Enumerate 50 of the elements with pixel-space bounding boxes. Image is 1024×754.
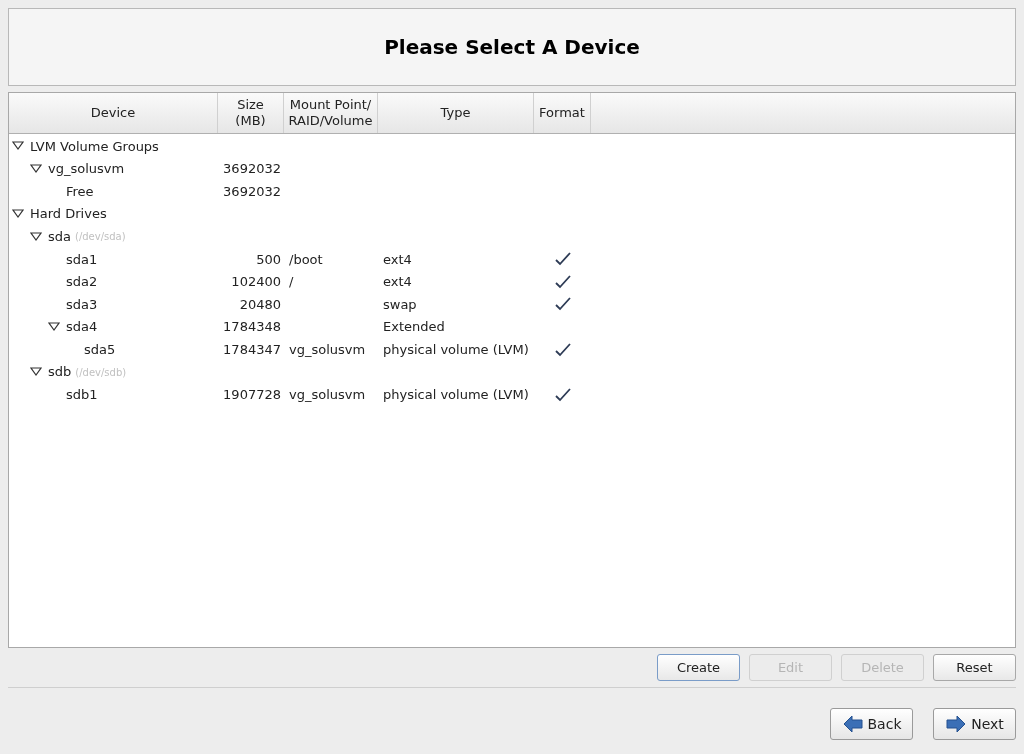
device-path: (/dev/sdb) <box>75 365 127 380</box>
expander-down-icon[interactable] <box>48 322 60 333</box>
type-cell: swap <box>383 296 417 312</box>
right-arrow-icon <box>945 714 968 734</box>
type-cell: Extended <box>383 319 445 335</box>
mount-cell: /boot <box>289 251 323 267</box>
expander-down-icon[interactable] <box>30 367 42 378</box>
device-name: sda2 <box>66 273 98 292</box>
mount-cell: / <box>289 274 294 290</box>
action-button[interactable]: Create <box>657 654 740 681</box>
left-arrow-icon <box>841 714 864 734</box>
page-title: Please Select A Device <box>384 34 640 61</box>
device-name: sda <box>48 227 71 246</box>
device-name: Free <box>66 182 94 201</box>
mount-cell: vg_solusvm <box>289 387 366 403</box>
size-cell-text: 1907728 <box>223 386 281 405</box>
device-name: sdb1 <box>66 386 98 405</box>
type-cell: physical volume (LVM) <box>383 341 529 357</box>
size-cell-text: 3692032 <box>223 182 281 201</box>
size-cell-text: 500 <box>256 250 281 269</box>
expander-down-icon[interactable] <box>30 231 42 242</box>
device-name: LVM Volume Groups <box>30 137 159 156</box>
column-header[interactable]: Size (MB) <box>218 93 284 133</box>
size-cell-text: 1784347 <box>223 340 281 359</box>
device-name: sdb <box>48 363 72 382</box>
column-header[interactable]: Device <box>9 93 218 133</box>
expander-down-icon[interactable] <box>12 209 24 220</box>
device-name: sda5 <box>84 340 116 359</box>
expander-down-icon[interactable] <box>30 163 42 174</box>
device-name: sda4 <box>66 318 98 337</box>
back-button[interactable]: Back <box>830 708 913 740</box>
size-cell-text: 3692032 <box>223 160 281 179</box>
column-header[interactable]: Format <box>534 93 591 133</box>
device-name: sda1 <box>66 250 98 269</box>
next-button[interactable]: Next <box>933 708 1016 740</box>
action-button[interactable]: Reset <box>933 654 1016 681</box>
column-header[interactable]: Mount Point/ RAID/Volume <box>284 93 378 133</box>
mount-cell: vg_solusvm <box>289 341 366 357</box>
size-cell-text: 1784348 <box>223 318 281 337</box>
type-cell: ext4 <box>383 274 412 290</box>
size-cell-text: 102400 <box>231 273 281 292</box>
column-header[interactable]: Type <box>378 93 534 133</box>
device-name: vg_solusvm <box>48 160 125 179</box>
type-cell: physical volume (LVM) <box>383 387 529 403</box>
device-name: sda3 <box>66 295 98 314</box>
size-cell-text: 20480 <box>239 295 281 314</box>
expander-down-icon[interactable] <box>12 141 24 152</box>
device-path: (/dev/sda) <box>75 230 126 245</box>
type-cell: ext4 <box>383 251 412 267</box>
device-name: Hard Drives <box>30 205 107 224</box>
